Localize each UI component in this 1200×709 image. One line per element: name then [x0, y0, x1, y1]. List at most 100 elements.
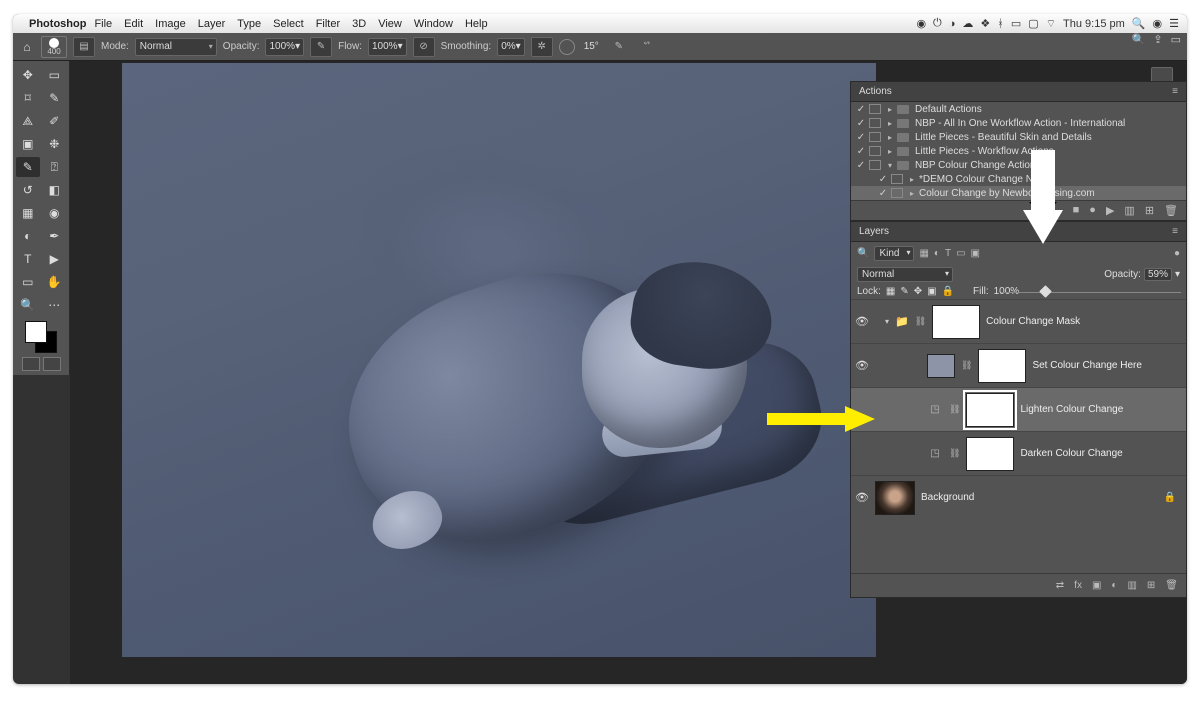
lock-position-icon[interactable]: ✎ [900, 286, 908, 297]
zoom-tool[interactable]: 🔍 [16, 295, 40, 315]
quick-select-tool[interactable]: ✎ [43, 88, 67, 108]
disclosure-icon[interactable]: ▾ [885, 317, 889, 326]
smoothing-value[interactable]: 0% ▾ [497, 38, 524, 56]
layer-row[interactable]: 👁⛓Set Colour Change Here [851, 343, 1186, 387]
menu-layer[interactable]: Layer [198, 18, 226, 30]
layer-opacity-value[interactable]: 59% [1144, 268, 1172, 281]
notification-icon[interactable]: ☰ [1169, 17, 1179, 30]
disclosure-icon[interactable]: ▸ [885, 119, 895, 128]
pressure-opacity-icon[interactable]: ✎ [310, 37, 332, 57]
layer-row[interactable]: ◳⛓Lighten Colour Change [851, 387, 1186, 431]
arrange-icon[interactable]: ▭ [1171, 33, 1181, 46]
eyedropper-tool[interactable]: ✐ [43, 111, 67, 131]
toggle-check-icon[interactable]: ✓ [855, 104, 867, 115]
angle-dial[interactable] [559, 39, 575, 55]
home-icon[interactable]: ⌂ [19, 40, 35, 54]
type-tool[interactable]: T [16, 249, 40, 269]
new-layer-icon[interactable]: ⊞ [1147, 580, 1155, 591]
filter-shape-icon[interactable]: ▭ [956, 248, 965, 259]
toggle-check-icon[interactable]: ✓ [855, 118, 867, 129]
search-icon[interactable]: 🔍 [1132, 33, 1146, 46]
action-row[interactable]: ✓▸Little Pieces - Workflow Actions [851, 144, 1186, 158]
toggle-dialog-icon[interactable] [891, 188, 903, 198]
filter-pixel-icon[interactable]: ▦ [919, 248, 928, 259]
menu-window[interactable]: Window [414, 18, 453, 30]
flow-value[interactable]: 100% ▾ [368, 38, 407, 56]
layer-name[interactable]: Darken Colour Change [1020, 448, 1122, 459]
toggle-dialog-icon[interactable] [869, 132, 881, 142]
dropbox-icon[interactable]: ❖ [980, 17, 990, 30]
actions-panel-header[interactable]: Actions ≡ [851, 82, 1186, 102]
disclosure-icon[interactable]: ▸ [885, 133, 895, 142]
toggle-dialog-icon[interactable] [869, 160, 881, 170]
layer-name[interactable]: Lighten Colour Change [1020, 404, 1123, 415]
action-row[interactable]: ✓▸Little Pieces - Beautiful Skin and Det… [851, 130, 1186, 144]
disclosure-icon[interactable]: ▸ [885, 147, 895, 156]
delete-layer-icon[interactable]: 🗑 [1165, 580, 1178, 591]
menu-file[interactable]: File [94, 18, 112, 30]
cloud-icon[interactable]: ☁ [962, 17, 973, 30]
toggle-check-icon[interactable]: ✓ [877, 174, 889, 185]
angle-value[interactable]: 15° [581, 38, 602, 56]
action-row[interactable]: ✓▸NBP - All In One Workflow Action - Int… [851, 116, 1186, 130]
color-swatches[interactable] [25, 321, 57, 353]
wifi-icon[interactable]: ⌔ [1046, 17, 1056, 31]
foreground-color[interactable] [25, 321, 47, 343]
spot-heal-tool[interactable]: ❉ [43, 134, 67, 154]
layer-row[interactable]: 👁▾📁⛓Colour Change Mask [851, 299, 1186, 343]
layer-name[interactable]: Set Colour Change Here [1032, 360, 1142, 371]
play-icon[interactable]: ▶ [1106, 204, 1114, 217]
opacity-dropdown-icon[interactable]: ▾ [1175, 269, 1180, 280]
panel-menu-icon[interactable]: ≡ [1172, 86, 1178, 97]
hand-tool[interactable]: ✋ [43, 272, 67, 292]
toggle-check-icon[interactable]: ✓ [855, 160, 867, 171]
stop-icon[interactable]: ■ [1073, 204, 1080, 217]
quickmask-icon[interactable] [22, 357, 40, 371]
visibility-icon[interactable]: 👁 [855, 491, 869, 504]
record-icon[interactable]: ● [1089, 204, 1096, 217]
blur-tool[interactable]: ◉ [43, 203, 67, 223]
lock-nested-icon[interactable]: ▣ [927, 286, 936, 297]
disclosure-icon[interactable]: ▸ [907, 175, 917, 184]
lock-pixels-icon[interactable]: ✥ [914, 286, 922, 297]
filter-adjust-icon[interactable]: ◐ [934, 248, 940, 259]
edit-toolbar[interactable]: ⋯ [43, 295, 67, 315]
clone-stamp-tool[interactable]: ⍰ [43, 157, 67, 177]
layer-filter-kind[interactable]: Kind [874, 246, 914, 261]
layer-row[interactable]: ◳⛓Darken Colour Change [851, 431, 1186, 475]
spotlight-icon[interactable]: 🔍 [1132, 17, 1146, 30]
gradient-tool[interactable]: ▦ [16, 203, 40, 223]
marquee-tool[interactable]: ▭ [43, 65, 67, 85]
bluetooth-icon[interactable]: ᚼ [997, 18, 1004, 30]
airplay-icon[interactable]: ▢ [1028, 17, 1038, 30]
layer-mask-thumb[interactable] [978, 349, 1026, 383]
sync-icon[interactable]: ◑ [949, 18, 956, 30]
share-icon[interactable]: ⇪ [1153, 33, 1162, 46]
lasso-tool[interactable]: ⌑ [16, 88, 40, 108]
brush-panel-toggle[interactable]: ▤ [73, 37, 95, 57]
blend-mode-select[interactable]: Normal [135, 38, 217, 56]
link-layers-icon[interactable]: ⇄ [1056, 580, 1064, 591]
action-row[interactable]: ✓▸Colour Change by NewbornPosing.com [851, 186, 1186, 200]
cc-icon[interactable]: ⏻ [933, 17, 942, 30]
menu-edit[interactable]: Edit [124, 18, 143, 30]
disclosure-icon[interactable]: ▾ [885, 161, 895, 170]
pressure-size-icon[interactable]: ✎ [608, 37, 630, 57]
filter-toggle-icon[interactable]: ● [1174, 248, 1180, 259]
layer-blend-mode[interactable]: Normal [857, 267, 953, 282]
pen-tool[interactable]: ✒ [43, 226, 67, 246]
layers-panel-header[interactable]: Layers ≡ [851, 222, 1186, 242]
clock[interactable]: Thu 9:15 pm [1063, 18, 1125, 30]
fill-slider[interactable] [1001, 283, 1181, 301]
menu-3d[interactable]: 3D [352, 18, 366, 30]
toggle-dialog-icon[interactable] [869, 104, 881, 114]
airbrush-icon[interactable]: ⊘ [413, 37, 435, 57]
layer-mask-thumb[interactable] [966, 437, 1014, 471]
layer-fx-icon[interactable]: fx [1074, 580, 1082, 591]
crop-tool[interactable]: ⟁ [16, 111, 40, 131]
panel-menu-icon[interactable]: ≡ [1172, 226, 1178, 237]
toggle-dialog-icon[interactable] [869, 118, 881, 128]
action-row[interactable]: ✓▾NBP Colour Change Action [851, 158, 1186, 172]
move-tool[interactable]: ✥ [16, 65, 40, 85]
history-brush-tool[interactable]: ↺ [16, 180, 40, 200]
